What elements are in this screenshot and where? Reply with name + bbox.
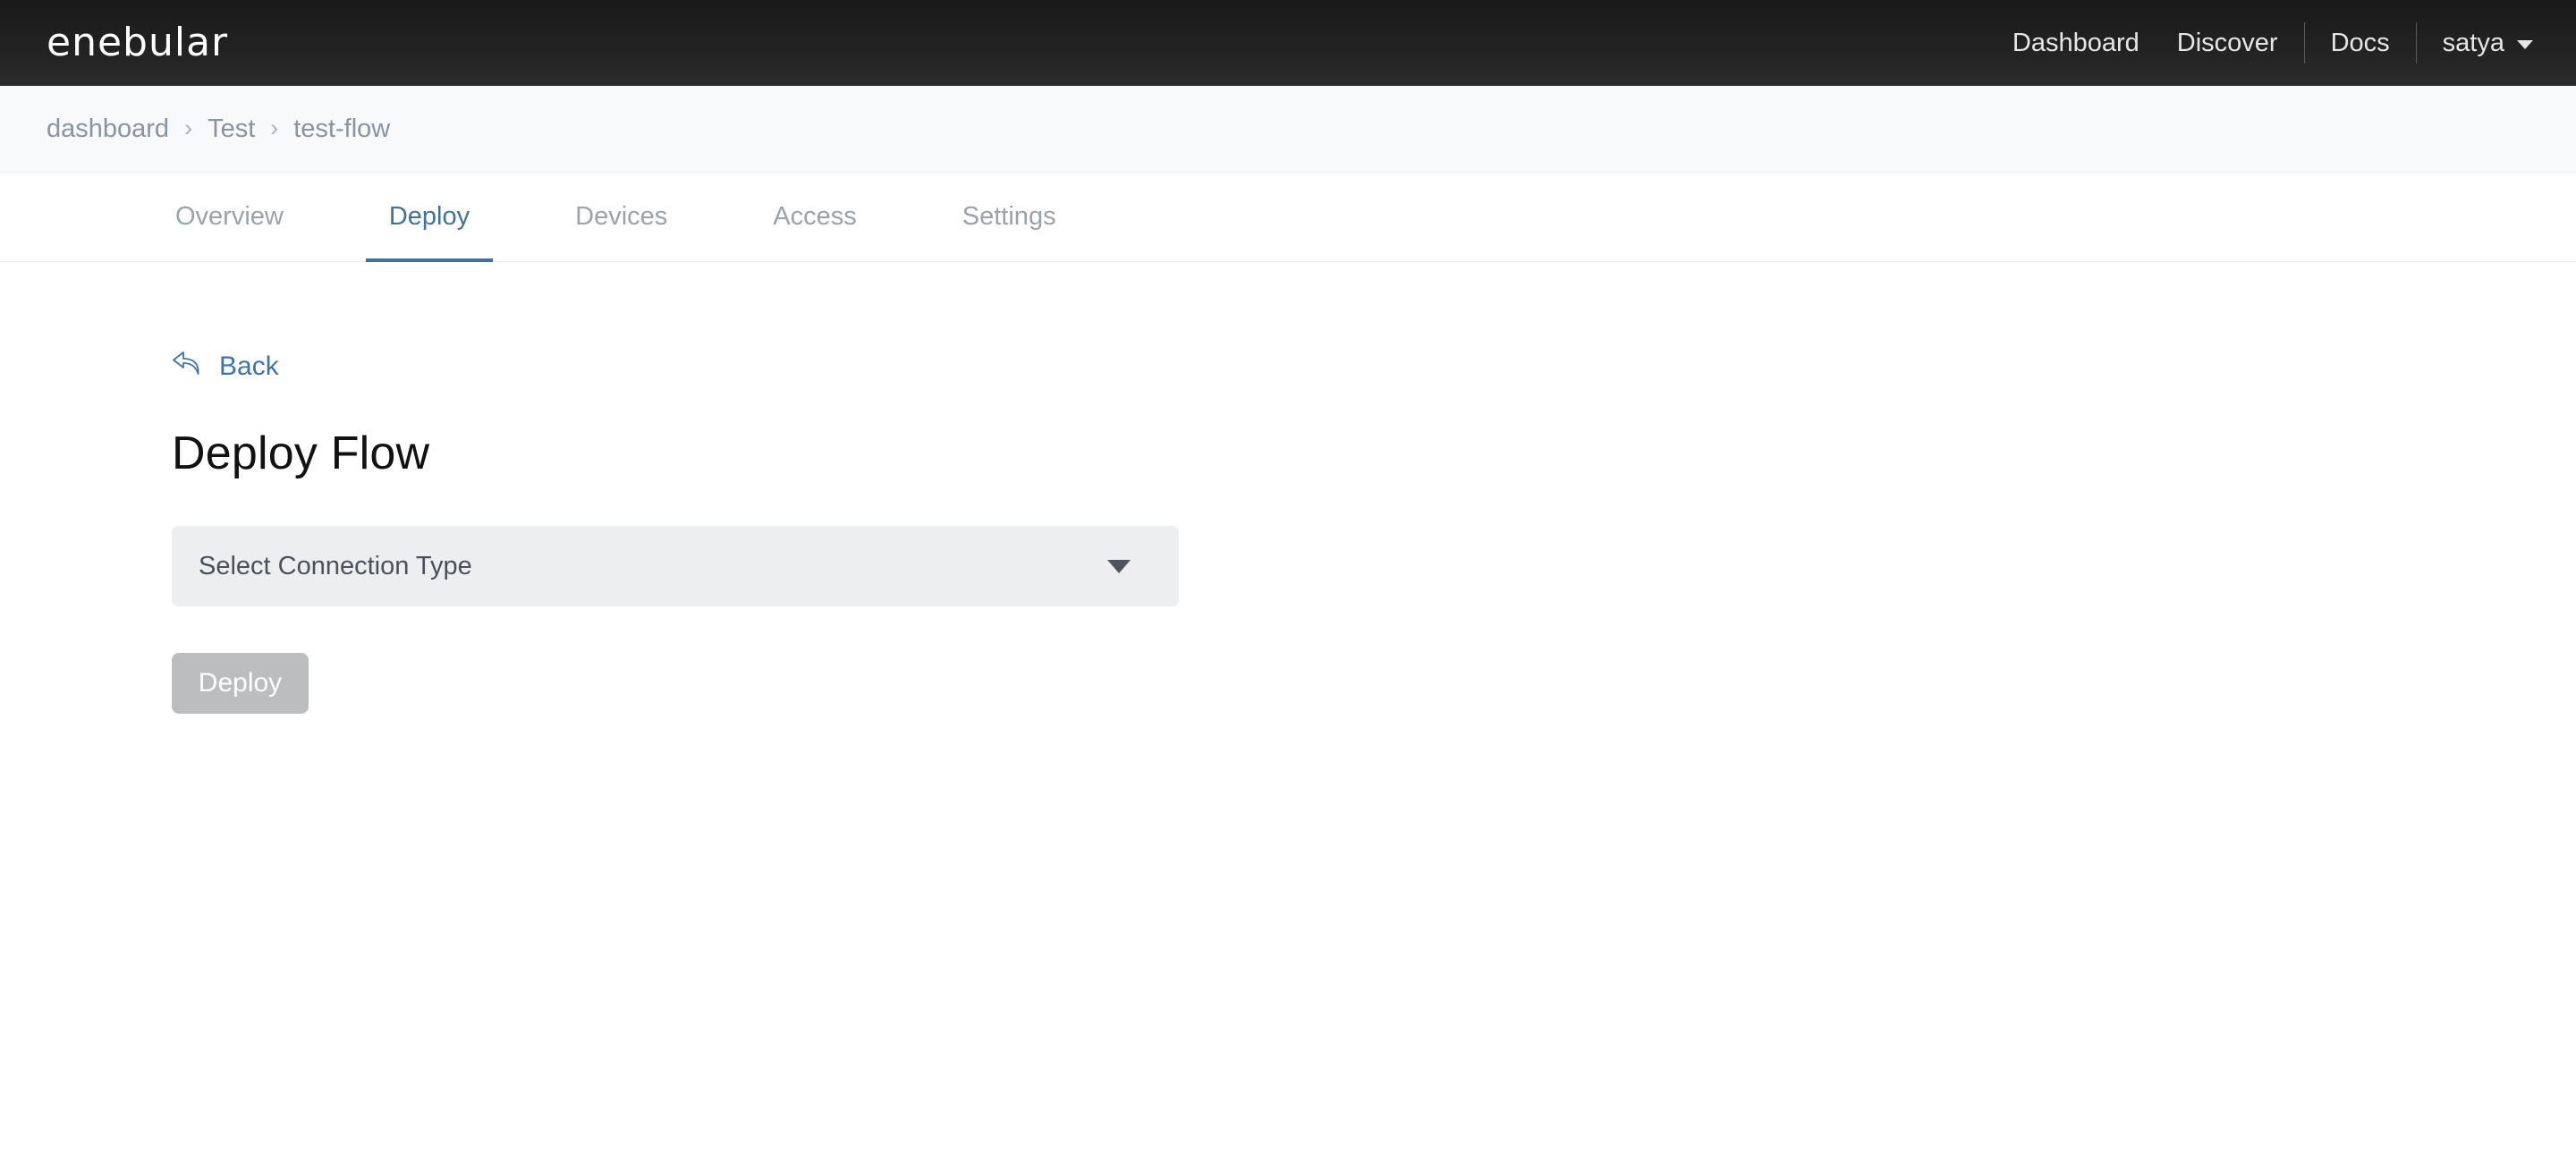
nav-dashboard[interactable]: Dashboard (1994, 30, 2158, 56)
tab-settings[interactable]: Settings (939, 173, 1080, 261)
connection-type-select-value: Select Connection Type (199, 551, 472, 580)
breadcrumb-bar: dashboard › Test › test-flow (0, 86, 2576, 173)
top-header-bar: enebular Dashboard Discover Docs satya (0, 0, 2576, 86)
user-menu[interactable]: satya (2424, 29, 2540, 58)
breadcrumb-separator: › (270, 114, 279, 141)
breadcrumb: dashboard › Test › test-flow (47, 114, 390, 144)
enebular-logo[interactable]: enebular (47, 23, 228, 63)
project-tab-bar: Overview Deploy Devices Access Settings (0, 173, 2576, 262)
user-menu-label: satya (2442, 28, 2504, 57)
breadcrumb-item-dashboard[interactable]: dashboard (47, 114, 169, 144)
breadcrumb-item-test-flow: test-flow (293, 114, 391, 143)
back-link-label: Back (219, 351, 279, 381)
connection-type-select[interactable]: Select Connection Type (172, 526, 1179, 606)
deploy-button[interactable]: Deploy (172, 653, 309, 714)
triangle-down-icon (1107, 559, 1131, 573)
nav-separator-1 (2303, 22, 2305, 63)
top-navigation: Dashboard Discover Docs satya (1994, 0, 2540, 86)
nav-separator-2 (2415, 22, 2417, 63)
main-content: Back Deploy Flow Select Connection Type … (0, 262, 2576, 1167)
back-link[interactable]: Back (172, 350, 279, 384)
tab-access[interactable]: Access (750, 173, 879, 261)
breadcrumb-separator: › (184, 114, 193, 141)
nav-docs[interactable]: Docs (2312, 30, 2409, 56)
chevron-down-icon (2517, 40, 2533, 49)
tab-overview[interactable]: Overview (152, 173, 307, 261)
tab-devices[interactable]: Devices (552, 173, 691, 261)
nav-discover[interactable]: Discover (2158, 30, 2297, 56)
tab-deploy[interactable]: Deploy (365, 173, 494, 262)
reply-arrow-left-icon (172, 350, 206, 384)
page-title: Deploy Flow (172, 427, 430, 479)
breadcrumb-item-test[interactable]: Test (208, 114, 255, 144)
